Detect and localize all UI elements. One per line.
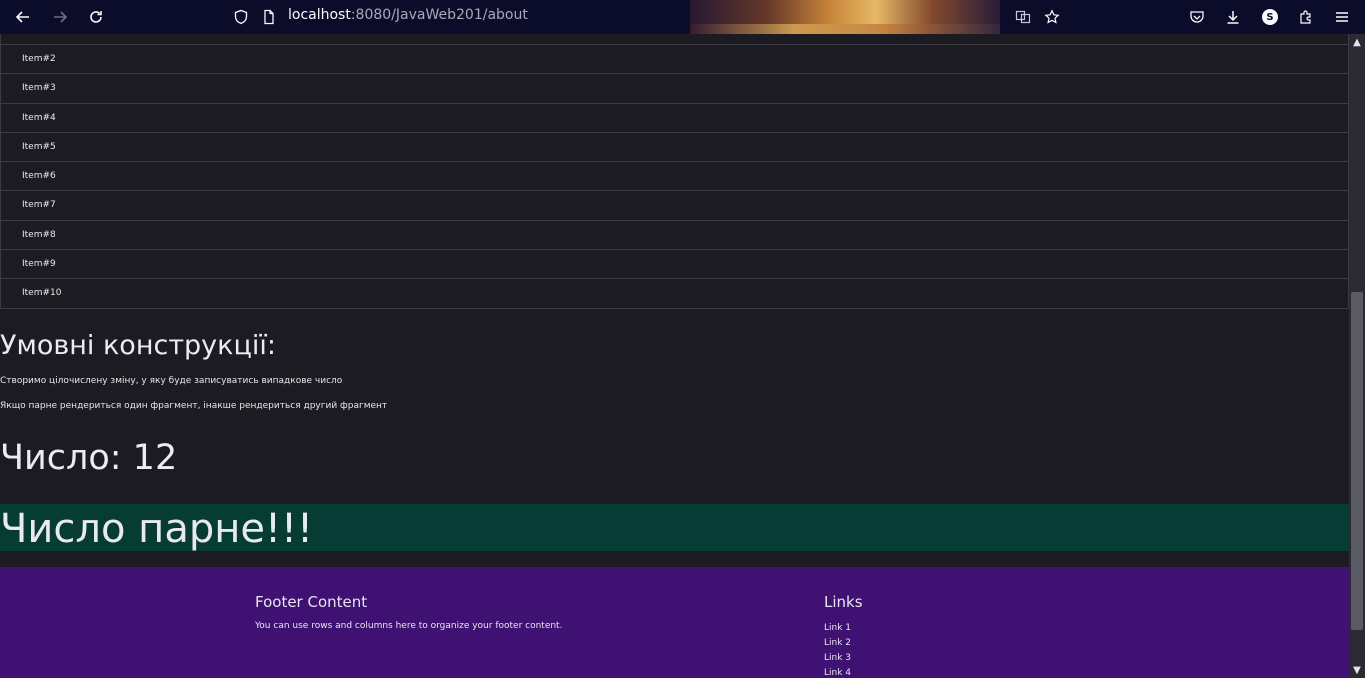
list-item: Item#6 [0, 162, 1349, 192]
list-item: Item#4 [0, 103, 1349, 133]
list-item: Item#10 [0, 279, 1349, 309]
footer-link[interactable]: Link 2 [824, 636, 863, 651]
menu-icon[interactable] [1329, 4, 1355, 30]
item-list: Item#2 Item#3 Item#4 Item#5 Item#6 Item#… [0, 34, 1349, 309]
bookmark-star-icon[interactable] [1039, 4, 1065, 30]
footer-link[interactable]: Link 3 [824, 651, 863, 666]
list-item: Item#9 [0, 250, 1349, 280]
translate-icon[interactable] [1010, 4, 1036, 30]
url-host: localhost [288, 7, 351, 23]
footer-link[interactable]: Link 4 [824, 666, 863, 678]
list-item-partial [0, 34, 1349, 45]
even-result-text: Число парне!!! [0, 506, 314, 552]
footer-content-title: Footer Content [255, 593, 368, 611]
list-item: Item#7 [0, 191, 1349, 221]
conditions-description-1: Створимо цілочислену зміну, у яку буде з… [0, 376, 343, 386]
extensions-icon[interactable] [1293, 4, 1319, 30]
number-value: Число: 12 [0, 438, 178, 478]
reload-icon[interactable] [83, 4, 109, 30]
theme-artwork [690, 0, 1000, 34]
forward-icon[interactable] [47, 4, 73, 30]
downloads-icon[interactable] [1220, 4, 1246, 30]
scroll-down-arrow-icon[interactable]: ▼ [1349, 662, 1365, 678]
footer-content-text: You can use rows and columns here to org… [255, 621, 563, 631]
conditions-heading: Умовні конструкції: [0, 330, 276, 361]
even-result-banner: Число парне!!! [0, 504, 1349, 552]
address-bar[interactable]: localhost:8080/JavaWeb201/about [288, 7, 528, 23]
browser-toolbar: localhost:8080/JavaWeb201/about S [0, 0, 1365, 34]
page-info-icon[interactable] [256, 4, 282, 30]
avatar: S [1262, 9, 1278, 25]
url-path: :8080/JavaWeb201/about [350, 7, 528, 23]
footer-link[interactable]: Link 1 [824, 621, 863, 636]
list-item: Item#8 [0, 220, 1349, 251]
list-item: Item#5 [0, 132, 1349, 163]
back-icon[interactable] [10, 4, 36, 30]
list-item: Item#2 [0, 45, 1349, 75]
conditions-description-2: Якщо парне рендериться один фрагмент, ін… [0, 401, 388, 411]
footer-content-column: Footer Content You can use rows and colu… [255, 593, 562, 631]
scroll-up-arrow-icon[interactable]: ▲ [1349, 34, 1365, 50]
scrollbar-thumb[interactable] [1351, 292, 1363, 630]
shield-icon[interactable] [228, 4, 254, 30]
page-content: Item#2 Item#3 Item#4 Item#5 Item#6 Item#… [0, 34, 1349, 678]
vertical-scrollbar[interactable]: ▲ ▼ [1349, 34, 1365, 678]
footer: Footer Content You can use rows and colu… [0, 567, 1349, 678]
list-item: Item#3 [0, 74, 1349, 104]
footer-links-list: Link 1 Link 2 Link 3 Link 4 [824, 621, 863, 678]
footer-links-column: Links Link 1 Link 2 Link 3 Link 4 [824, 593, 863, 678]
account-button[interactable]: S [1257, 4, 1283, 30]
footer-links-title: Links [824, 593, 863, 611]
pocket-icon[interactable] [1184, 4, 1210, 30]
